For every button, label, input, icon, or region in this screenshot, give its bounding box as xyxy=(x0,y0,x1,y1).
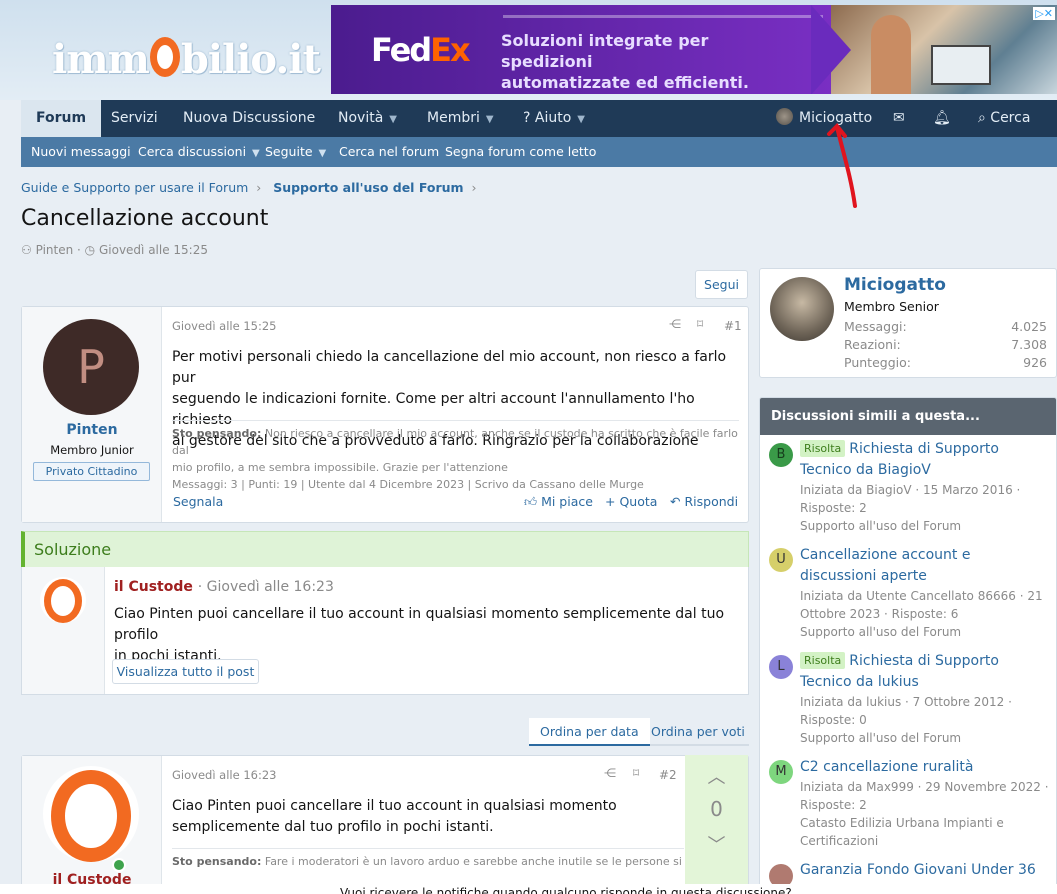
solution-header: Soluzione xyxy=(21,531,749,568)
ad-text: Soluzioni integrate per spedizioni automa… xyxy=(501,31,749,92)
subnav-segna-letto[interactable]: Segna forum come letto xyxy=(445,137,596,167)
avatar[interactable] xyxy=(43,766,139,872)
red-annotation-arrow xyxy=(827,123,857,208)
subnav-cerca-forum[interactable]: Cerca nel forum xyxy=(339,137,439,167)
profile-card: Miciogatto Membro Senior Messaggi: 4.025 … xyxy=(759,268,1057,378)
notification-prompt[interactable]: Vuoi ricevere le notifiche quando qualcu… xyxy=(340,886,792,894)
stat-reazioni: Reazioni: 7.308 xyxy=(844,337,1047,352)
quote-button[interactable]: + Quota xyxy=(605,494,657,509)
post-number[interactable]: #2 xyxy=(659,768,677,782)
clock-icon: ◷ xyxy=(84,243,96,257)
solution-post: il Custode · Giovedì alle 16:23 Ciao Pin… xyxy=(21,567,749,695)
post-date[interactable]: Giovedì alle 15:25 xyxy=(172,319,276,333)
subnav-seguite[interactable]: Seguite ▼ xyxy=(265,137,326,169)
similar-thread-title[interactable]: Garanzia Fondo Giovani Under 36 xyxy=(800,860,1050,881)
avatar[interactable]: L xyxy=(769,655,793,679)
chevron-down-icon: ▼ xyxy=(577,114,585,125)
avatar[interactable] xyxy=(40,577,86,623)
avatar[interactable] xyxy=(770,277,834,341)
similar-thread-title[interactable]: Risolta Richiesta di Supporto Tecnico da … xyxy=(800,439,1050,481)
bookmark-icon[interactable]: ⌑ xyxy=(697,317,703,331)
subnav-cerca-discussioni[interactable]: Cerca discussioni ▼ xyxy=(138,137,260,169)
vote-panel: ︿ 0 ﹀ xyxy=(685,755,748,894)
avatar[interactable]: U xyxy=(769,548,793,572)
similar-thread-title[interactable]: Risolta Richiesta di Supporto Tecnico da … xyxy=(800,651,1050,693)
upvote-icon[interactable]: ︿ xyxy=(685,763,748,789)
follow-button[interactable]: Segui xyxy=(695,270,748,299)
similar-header: Discussioni simili a questa... xyxy=(760,398,1056,435)
avatar xyxy=(776,108,793,125)
user-banner: Privato Cittadino xyxy=(33,462,150,481)
profile-name[interactable]: Miciogatto xyxy=(844,275,946,295)
tab-forum[interactable]: Forum xyxy=(21,100,102,137)
similar-thread-meta: Iniziata da lukius · 7 Ottobre 2012 · Ris… xyxy=(800,695,1012,745)
vote-count: 0 xyxy=(710,797,723,821)
username[interactable]: Pinten xyxy=(22,422,162,438)
post-2: il Custode Giovedì alle 16:23 ⋲ ⌑ #2 Cia… xyxy=(21,755,749,894)
sort-tabs: Ordina per data Ordina per voti xyxy=(529,718,749,746)
similar-threads: Discussioni simili a questa... B Risolta… xyxy=(759,397,1057,894)
main-nav: Forum Servizi Nuova Discussione Novità ▼ … xyxy=(21,100,1057,137)
similar-thread-title[interactable]: Cancellazione account e discussioni aper… xyxy=(800,545,1050,587)
like-button[interactable]: 👍︎ Mi piace xyxy=(524,494,593,510)
thread-meta: ⚇ Pinten · ◷ Giovedì alle 15:25 xyxy=(21,243,208,257)
breadcrumb: Guide e Supporto per usare il Forum › Su… xyxy=(21,180,477,195)
view-full-post-button[interactable]: Visualizza tutto il post xyxy=(112,659,259,684)
page-title: Cancellazione account xyxy=(21,206,269,231)
status-badge: Risolta xyxy=(800,440,846,457)
sub-nav: Nuovi messaggi Cerca discussioni ▼ Seguit… xyxy=(21,137,1057,167)
signature: Sto pensando: Fare i moderatori è un lav… xyxy=(172,855,682,868)
avatar[interactable]: B xyxy=(769,443,793,467)
fedex-ad-banner[interactable]: FedEx Soluzioni integrate per spedizioni… xyxy=(331,5,1057,94)
signature: Sto pensando: Non riesco a cancellare il… xyxy=(172,427,738,491)
downvote-icon[interactable]: ﹀ xyxy=(685,831,748,857)
sort-by-date[interactable]: Ordina per data xyxy=(529,718,650,746)
solution-author[interactable]: il Custode · Giovedì alle 16:23 xyxy=(114,579,334,595)
tab-nuova-discussione[interactable]: Nuova Discussione xyxy=(183,100,315,137)
chevron-down-icon: ▼ xyxy=(485,114,494,125)
subnav-nuovi-messaggi[interactable]: Nuovi messaggi xyxy=(31,137,131,167)
search-button[interactable]: ⌕ Cerca xyxy=(978,100,1030,137)
ad-close-icon[interactable]: ▷✕ xyxy=(1033,7,1055,20)
breadcrumb-link[interactable]: Guide e Supporto per usare il Forum xyxy=(21,180,248,195)
tab-servizi[interactable]: Servizi xyxy=(111,100,158,137)
user-icon: ⚇ xyxy=(21,243,32,257)
similar-thread-meta: Iniziata da BiagioV · 15 Marzo 2016 · Ris… xyxy=(800,483,1021,533)
reply-button[interactable]: ↶ Rispondi xyxy=(670,494,738,509)
inbox-icon[interactable]: ✉ xyxy=(893,100,905,137)
similar-thread-meta: Iniziata da Max999 · 29 Novembre 2022 · R… xyxy=(800,780,1049,848)
sort-by-votes[interactable]: Ordina per voti xyxy=(651,718,745,746)
post-body: Ciao Pinten puoi cancellare il tuo accou… xyxy=(172,798,617,835)
report-link[interactable]: Segnala xyxy=(173,494,223,509)
post-date[interactable]: Giovedì alle 16:23 xyxy=(172,768,276,782)
reply-icon: ↶ xyxy=(670,494,681,509)
avatar[interactable]: P xyxy=(43,319,139,415)
post-1: P Pinten Membro Junior Privato Cittadino… xyxy=(21,306,749,523)
profile-role: Membro Senior xyxy=(844,299,939,314)
online-indicator xyxy=(112,858,126,872)
thumbs-up-icon: 👍︎ xyxy=(524,494,538,509)
tab-membri[interactable]: Membri ▼ xyxy=(427,100,494,137)
stat-punteggio: Punteggio: 926 xyxy=(844,355,1047,370)
similar-thread-meta: Iniziata da Utente Cancellato 86666 · 21… xyxy=(800,589,1043,639)
site-logo[interactable]: imm bilio.it xyxy=(52,36,321,83)
search-icon: ⌕ xyxy=(978,110,986,126)
share-icon[interactable]: ⋲ xyxy=(604,766,616,780)
breadcrumb-link[interactable]: Supporto all'uso del Forum xyxy=(273,180,463,195)
site-header: imm bilio.it FedEx Soluzioni integrate pe… xyxy=(0,0,1057,100)
bookmark-icon[interactable]: ⌑ xyxy=(633,766,639,780)
avatar[interactable]: M xyxy=(769,760,793,784)
chevron-down-icon: ▼ xyxy=(389,114,397,125)
solution-body: Ciao Pinten puoi cancellare il tuo accou… xyxy=(114,606,725,664)
similar-thread-title[interactable]: C2 cancellazione ruralità xyxy=(800,757,1050,778)
share-icon[interactable]: ⋲ xyxy=(669,317,681,331)
tab-novita[interactable]: Novità ▼ xyxy=(338,100,397,137)
user-title: Membro Junior xyxy=(50,443,134,457)
fedex-logo: FedEx xyxy=(371,31,471,69)
status-badge: Risolta xyxy=(800,652,846,669)
bell-icon[interactable]: 🔔︎ xyxy=(933,100,951,137)
stat-messaggi: Messaggi: 4.025 xyxy=(844,319,1047,334)
post-number[interactable]: #1 xyxy=(724,319,742,333)
tab-aiuto[interactable]: ? Aiuto ▼ xyxy=(523,100,585,137)
